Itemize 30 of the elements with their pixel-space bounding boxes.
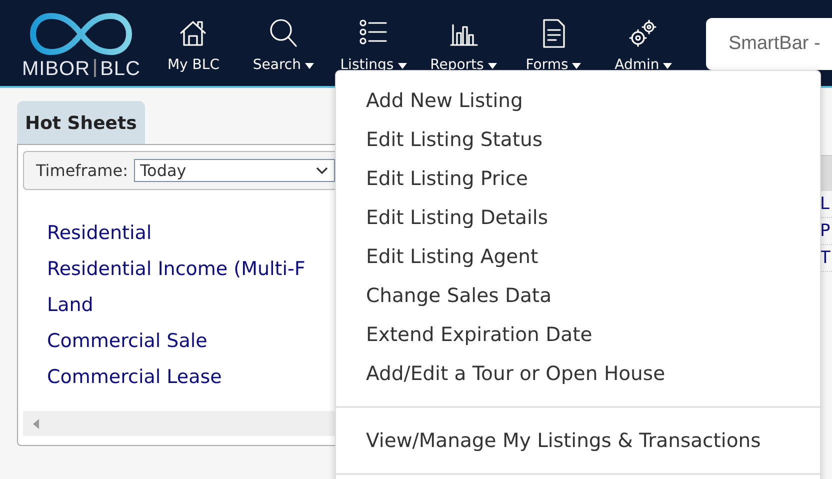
menu-item[interactable]: View/Manage My Listings & Transactions [336, 421, 761, 460]
hot-sheet-link[interactable]: Residential Income (Multi-F [47, 256, 306, 283]
menu-item[interactable]: Add New Listing [336, 81, 523, 120]
search-icon [267, 17, 300, 49]
nav-menu-button[interactable]: My BLC [148, 0, 238, 76]
nav-menu-button[interactable]: Search [238, 0, 328, 76]
nav-menu-button[interactable]: Listings [328, 0, 418, 76]
menu-item[interactable]: Edit Listing Agent [336, 237, 538, 276]
timeframe-label: Timeframe: [36, 160, 128, 182]
hot-sheet-link[interactable]: Land [47, 292, 94, 319]
hot-sheet-link[interactable]: Commercial Lease [47, 364, 222, 391]
hot-sheet-link[interactable]: Residential [47, 220, 152, 247]
chevron-down-icon [316, 166, 328, 174]
menu-item[interactable]: Edit Listing Details [336, 198, 548, 237]
nav-menu-button[interactable]: Forms [508, 0, 598, 76]
hot-sheet-link[interactable]: Commercial Sale [47, 328, 208, 355]
smartbar-search-field[interactable]: SmartBar - [706, 18, 832, 70]
timeframe-select[interactable]: Today [134, 159, 335, 182]
nav-menu-button[interactable]: Reports [418, 0, 508, 76]
menu-item[interactable]: Edit Listing Price [336, 159, 528, 198]
hot-sheets-tab[interactable]: Hot Sheets [17, 101, 145, 144]
menu-item[interactable]: Change Sales Data [336, 276, 552, 315]
menu-item[interactable]: Add/Edit a Tour or Open House [336, 354, 666, 393]
logo-text: MIBOR BLC [22, 59, 140, 79]
infinity-logo-icon [29, 12, 134, 56]
scroll-left-icon[interactable] [33, 418, 39, 428]
menu-item[interactable]: Extend Expiration Date [336, 315, 592, 354]
menu-item[interactable]: Edit Listing Status [336, 120, 543, 159]
nav-menu-button[interactable]: Admin [598, 0, 688, 76]
horizontal-scrollbar[interactable] [23, 411, 335, 436]
